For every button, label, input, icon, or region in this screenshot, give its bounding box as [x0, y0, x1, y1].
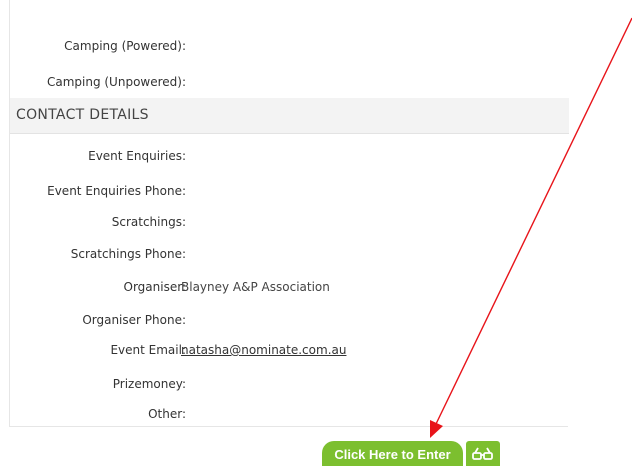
annotation-arrow [430, 17, 632, 438]
